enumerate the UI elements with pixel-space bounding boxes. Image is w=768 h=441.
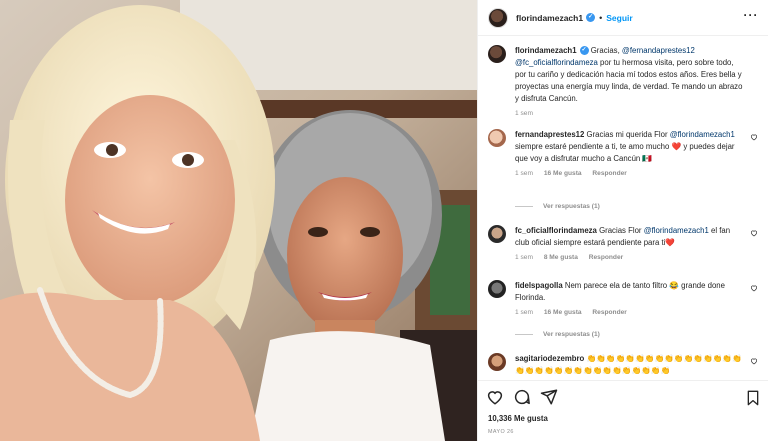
comment-likes[interactable]: 16 Me gusta — [544, 309, 582, 316]
small-heart-icon[interactable] — [750, 229, 758, 237]
comment-body: fidelspagolla Nem parece ela de tanto fi… — [515, 280, 744, 318]
comment-text: siempre estaré pendiente a ti, te amo mu… — [515, 142, 672, 151]
post-photo[interactable] — [0, 0, 477, 441]
follow-button[interactable]: Seguir — [606, 13, 632, 23]
verified-badge-icon: ✓ — [579, 46, 589, 56]
comment-text: Gracias Flor — [599, 226, 644, 235]
selfie-illustration — [0, 0, 477, 441]
comment-likes[interactable]: 8 Me gusta — [544, 254, 578, 261]
comment-username[interactable]: fc_oficialflorindameza — [515, 226, 597, 235]
comment-avatar[interactable] — [488, 225, 506, 243]
caption-meta: 1 sem — [515, 109, 744, 119]
caption-text-start: Gracias, — [590, 46, 622, 55]
comment-avatar[interactable] — [488, 280, 506, 298]
comment-body: sagitariodezembro 👏👏👏👏👏👏👏👏👏👏👏👏👏👏👏👏👏👏👏👏👏👏… — [515, 353, 744, 377]
comments-list[interactable]: florindamezach1 ✓ Gracias, @fernandaprest… — [478, 37, 768, 379]
action-icons — [486, 388, 567, 406]
comment-avatar[interactable] — [488, 353, 506, 371]
red-heart-emoji: ❤️ — [665, 238, 676, 247]
view-replies-label[interactable]: Ver respuestas (1) — [543, 203, 600, 210]
caption-username[interactable]: florindamezach1 — [515, 46, 577, 55]
comment-text: Nem parece ela de tanto filtro — [564, 281, 670, 290]
author-username[interactable]: florindamezach1 — [516, 13, 583, 23]
comment-avatar[interactable] — [488, 129, 506, 147]
post-actions: 10,336 Me gusta MAYO 26 — [478, 380, 768, 441]
caption-avatar[interactable] — [488, 45, 506, 63]
replies-divider — [515, 206, 533, 207]
small-heart-icon[interactable] — [750, 284, 758, 292]
comment-mention[interactable]: @florindamezach1 — [644, 226, 709, 235]
view-replies-button[interactable]: Ver respuestas (1) — [515, 331, 600, 338]
reply-button[interactable]: Responder — [592, 170, 626, 177]
comment-username[interactable]: fernandaprestes12 — [515, 130, 584, 139]
heart-icon[interactable] — [486, 388, 504, 406]
comment-time[interactable]: 1 sem — [515, 170, 533, 177]
comment-mention[interactable]: @florindamezach1 — [670, 130, 735, 139]
more-options-icon[interactable]: ··· — [743, 9, 759, 24]
comment-body: fc_oficialflorindameza Gracias Flor @flo… — [515, 225, 744, 263]
header-separator: • — [599, 12, 603, 23]
comment-username[interactable]: fidelspagolla — [515, 281, 563, 290]
caption-time[interactable]: 1 sem — [515, 110, 533, 117]
comment-body: fernandaprestes12 Gracias mi querida Flo… — [515, 129, 744, 179]
reply-button[interactable]: Responder — [589, 254, 623, 261]
post-header: florindamezach1 ✓ • Seguir ··· — [478, 0, 768, 36]
comment-meta: 1 sem 16 Me gusta Responder — [515, 169, 744, 179]
post-panel: florindamezach1 ✓ • Seguir ··· florindam… — [477, 0, 768, 441]
reply-button[interactable]: Responder — [592, 309, 626, 316]
small-heart-icon[interactable] — [750, 133, 758, 141]
paper-plane-icon[interactable] — [540, 388, 558, 406]
comment-username[interactable]: sagitariodezembro — [515, 354, 584, 363]
caption-body: florindamezach1 ✓ Gracias, @fernandaprest… — [515, 45, 744, 119]
post-date[interactable]: MAYO 26 — [488, 429, 514, 435]
flag-emoji: 🇲🇽 — [642, 154, 653, 163]
verified-badge-icon: ✓ — [586, 13, 596, 22]
comment-likes[interactable]: 16 Me gusta — [544, 170, 582, 177]
bookmark-icon[interactable] — [745, 389, 761, 407]
caption-mention-2[interactable]: @fc_oficialflorindameza — [515, 58, 598, 67]
comment-meta: 1 sem 16 Me gusta Responder — [515, 308, 744, 318]
comment-time[interactable]: 1 sem — [515, 254, 533, 261]
comment-text: Gracias mi querida Flor — [586, 130, 670, 139]
replies-divider — [515, 334, 533, 335]
comment-icon[interactable] — [513, 388, 531, 406]
caption-mention-1[interactable]: @fernandaprestes12 — [622, 46, 695, 55]
instagram-post: florindamezach1 ✓ • Seguir ··· florindam… — [0, 0, 768, 441]
author-avatar[interactable] — [488, 7, 508, 28]
small-heart-icon[interactable] — [750, 357, 758, 365]
red-heart-emoji: ❤️ — [671, 142, 682, 151]
comment-time[interactable]: 1 sem — [515, 309, 533, 316]
comment-meta: 1 sem 8 Me gusta Responder — [515, 253, 744, 263]
view-replies-label[interactable]: Ver respuestas (1) — [543, 331, 600, 338]
view-replies-button[interactable]: Ver respuestas (1) — [515, 203, 600, 210]
laughing-emoji: 😂 — [669, 281, 680, 290]
likes-count[interactable]: 10,336 Me gusta — [488, 414, 548, 423]
